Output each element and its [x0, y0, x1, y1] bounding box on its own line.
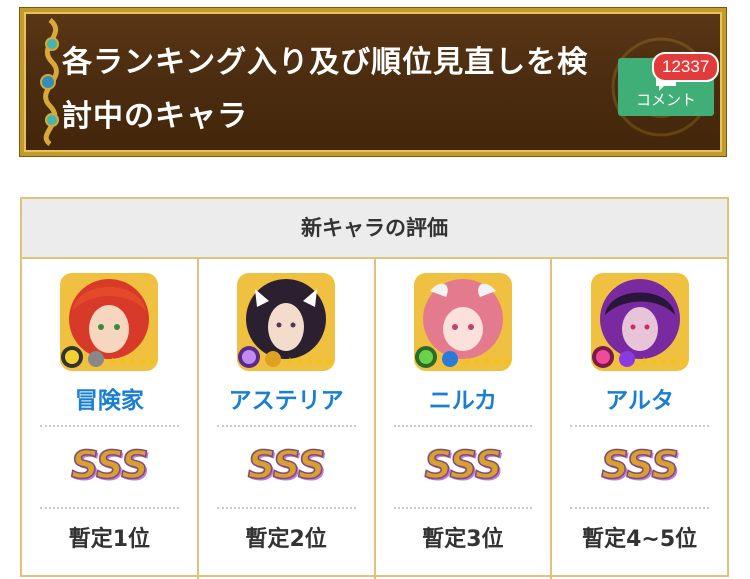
comment-count-badge: 12337: [652, 52, 720, 82]
page-title-line-2: 討中のキャラ: [62, 99, 248, 134]
character-name-link[interactable]: ニルカ: [376, 381, 551, 415]
character-portrait-icon[interactable]: ★★★★★: [589, 271, 691, 373]
svg-text:★★★★★: ★★★★★: [639, 355, 688, 368]
character-name-link[interactable]: アルタ: [552, 381, 727, 415]
divider: [393, 425, 533, 427]
rank-text: 暫定3位: [422, 527, 504, 552]
grade-badge: SSS: [70, 442, 149, 488]
grade-badge: SSS: [424, 442, 503, 488]
divider: [40, 425, 179, 427]
divider: [40, 507, 179, 509]
character-column: ★★★★★ アルタ SSS 暫定4~5位: [552, 259, 727, 579]
page-title-line-1: 各ランキング入り及び順位見直しを検: [62, 45, 589, 80]
new-character-evaluation-table: 新キャラの評価 ★★★★★ 冒険家 SSS 暫定1位 ★★★★★ アステリア S…: [20, 197, 729, 579]
divider: [570, 425, 709, 427]
table-heading: 新キャラの評価: [22, 199, 727, 259]
character-portrait-icon[interactable]: ★★★★★: [235, 271, 337, 373]
character-column: ★★★★★ アステリア SSS 暫定2位: [199, 259, 376, 579]
character-name-link[interactable]: アステリア: [199, 381, 374, 415]
article-heading-banner: 各ランキング入り及び順位見直しを検 討中のキャラ コメント 12337: [19, 7, 727, 157]
divider: [216, 425, 356, 427]
character-column: ★★★★★ ニルカ SSS 暫定3位: [376, 259, 553, 579]
svg-text:★★★★★: ★★★★★: [285, 355, 334, 368]
divider: [570, 507, 709, 509]
svg-text:★★★★★: ★★★★★: [108, 355, 157, 368]
character-portrait-icon[interactable]: ★★★★★: [412, 271, 514, 373]
page-title: 各ランキング入り及び順位見直しを検 討中のキャラ: [62, 36, 622, 144]
character-column: ★★★★★ 冒険家 SSS 暫定1位: [22, 259, 199, 579]
rank-text: 暫定4~5位: [582, 527, 698, 552]
grade-badge: SSS: [601, 442, 680, 488]
rank-text: 暫定1位: [68, 527, 151, 552]
divider: [216, 507, 356, 509]
svg-text:★★★★★: ★★★★★: [462, 355, 511, 368]
character-columns: ★★★★★ 冒険家 SSS 暫定1位 ★★★★★ アステリア SSS 暫定2位 …: [22, 259, 727, 579]
character-portrait-icon[interactable]: ★★★★★: [58, 271, 160, 373]
rank-text: 暫定2位: [245, 527, 327, 552]
grade-badge: SSS: [247, 442, 326, 488]
character-name-link[interactable]: 冒険家: [22, 381, 197, 415]
divider: [393, 507, 533, 509]
comment-button-label: コメント: [635, 91, 696, 109]
